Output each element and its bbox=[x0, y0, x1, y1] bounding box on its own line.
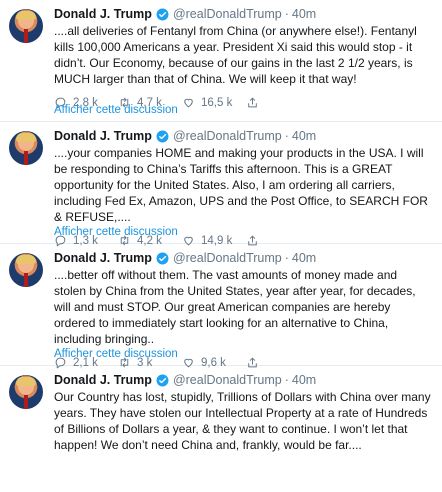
timestamp[interactable]: 40m bbox=[292, 7, 316, 22]
timestamp[interactable]: 40m bbox=[292, 251, 316, 266]
author-handle[interactable]: @realDonaldTrump bbox=[173, 373, 282, 388]
author-handle[interactable]: @realDonaldTrump bbox=[173, 7, 282, 22]
show-thread-link[interactable]: Afficher cette discussion bbox=[54, 104, 178, 116]
like-icon bbox=[184, 98, 193, 108]
share-icon bbox=[248, 97, 257, 108]
tweet[interactable]: Donald J. Trump @realDonaldTrump · 40m .… bbox=[0, 122, 442, 247]
avatar[interactable] bbox=[9, 375, 43, 409]
tweet-content: Donald J. Trump @realDonaldTrump · 40m .… bbox=[54, 7, 432, 109]
author-name[interactable]: Donald J. Trump bbox=[54, 251, 152, 266]
author-name[interactable]: Donald J. Trump bbox=[54, 7, 152, 22]
tweet[interactable]: Donald J. Trump @realDonaldTrump · 40m O… bbox=[0, 366, 442, 490]
separator-dot: · bbox=[284, 373, 289, 387]
author-name[interactable]: Donald J. Trump bbox=[54, 373, 152, 388]
author-name[interactable]: Donald J. Trump bbox=[54, 129, 152, 144]
tweet-text: Our Country has lost, stupidly, Trillion… bbox=[54, 390, 431, 452]
tweet-text: ....better off without them. The vast am… bbox=[54, 268, 416, 346]
tweet-text: ....all deliveries of Fentanyl from Chin… bbox=[54, 24, 417, 86]
show-thread-link[interactable]: Afficher cette discussion bbox=[54, 226, 178, 238]
show-thread-link[interactable]: Afficher cette discussion bbox=[54, 348, 178, 360]
share-button[interactable] bbox=[246, 96, 266, 109]
like-button[interactable]: 16,5 k bbox=[182, 96, 246, 109]
avatar[interactable] bbox=[9, 253, 43, 287]
tweet-header: Donald J. Trump @realDonaldTrump · 40m bbox=[54, 129, 432, 144]
separator-dot: · bbox=[284, 251, 289, 265]
avatar[interactable] bbox=[9, 9, 43, 43]
tweet[interactable]: Donald J. Trump @realDonaldTrump · 40m .… bbox=[0, 244, 442, 369]
tweet-header: Donald J. Trump @realDonaldTrump · 40m bbox=[54, 251, 432, 266]
verified-badge-icon bbox=[156, 252, 169, 265]
author-handle[interactable]: @realDonaldTrump bbox=[173, 251, 282, 266]
avatar[interactable] bbox=[9, 131, 43, 165]
tweet[interactable]: Donald J. Trump @realDonaldTrump · 40m .… bbox=[0, 0, 442, 122]
tweet-header: Donald J. Trump @realDonaldTrump · 40m bbox=[54, 373, 432, 388]
verified-badge-icon bbox=[156, 8, 169, 21]
tweet-text: ....your companies HOME and making your … bbox=[54, 146, 428, 224]
verified-badge-icon bbox=[156, 374, 169, 387]
like-count: 16,5 k bbox=[201, 96, 233, 109]
separator-dot: · bbox=[284, 129, 289, 143]
tweet-feed: Donald J. Trump @realDonaldTrump · 40m .… bbox=[0, 0, 442, 490]
timestamp[interactable]: 40m bbox=[292, 373, 316, 388]
timestamp[interactable]: 40m bbox=[292, 129, 316, 144]
tweet-header: Donald J. Trump @realDonaldTrump · 40m bbox=[54, 7, 432, 22]
separator-dot: · bbox=[284, 7, 289, 21]
verified-badge-icon bbox=[156, 130, 169, 143]
tweet-content: Donald J. Trump @realDonaldTrump · 40m O… bbox=[54, 373, 432, 453]
author-handle[interactable]: @realDonaldTrump bbox=[173, 129, 282, 144]
